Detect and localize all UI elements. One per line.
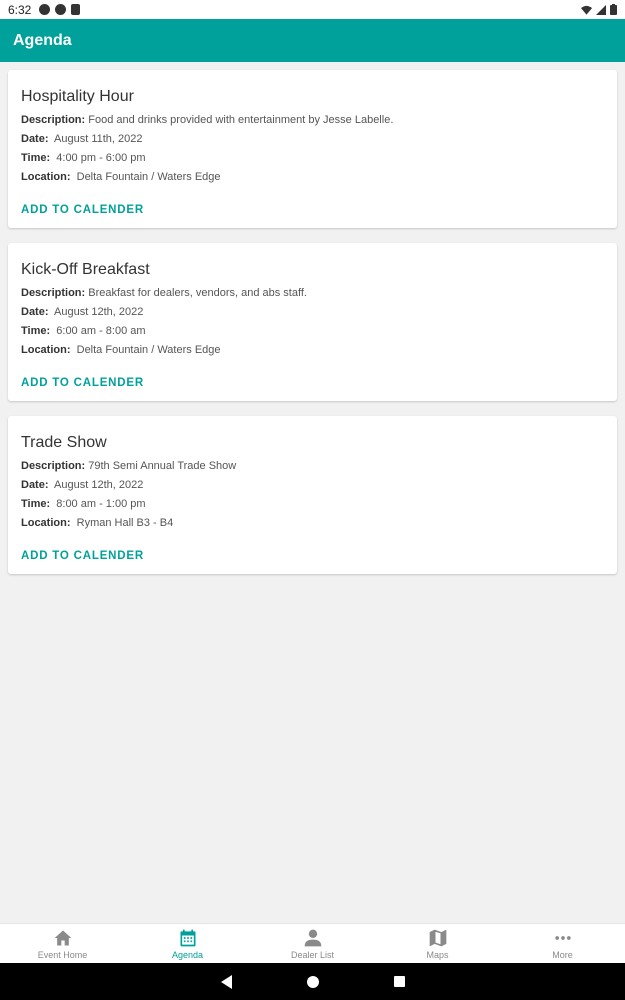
- calendar-icon: [180, 929, 195, 946]
- notification-circle-icon: [55, 4, 67, 15]
- status-time: 6:32: [8, 2, 32, 17]
- system-navigation-bar: [0, 963, 625, 1000]
- wifi-icon: [581, 5, 592, 15]
- home-icon: [54, 930, 71, 945]
- nav-item-dealer-list[interactable]: Dealer List: [250, 924, 375, 963]
- event-title: Trade Show: [21, 434, 107, 451]
- bottom-navigation: Event Home Agenda Dealer List Maps More: [0, 923, 625, 963]
- nav-item-maps[interactable]: Maps: [375, 924, 500, 963]
- more-icon: [554, 935, 571, 940]
- event-time: Time: 8:00 am - 1:00 pm: [21, 498, 146, 510]
- event-date: Date: August 12th, 2022: [21, 306, 144, 318]
- sd-card-icon: [71, 4, 81, 15]
- event-description: Description: Breakfast for dealers, vend…: [21, 287, 307, 299]
- add-to-calendar-button[interactable]: ADD TO CALENDER: [21, 204, 144, 216]
- recent-apps-icon[interactable]: [393, 976, 405, 987]
- map-icon: [429, 929, 446, 946]
- add-to-calendar-button[interactable]: ADD TO CALENDER: [21, 550, 144, 562]
- event-card: Kick-Off Breakfast Description: Breakfas…: [8, 243, 617, 401]
- event-title: Kick-Off Breakfast: [21, 261, 150, 278]
- event-description: Description: Food and drinks provided wi…: [21, 114, 394, 126]
- app-bar: Agenda: [0, 19, 625, 62]
- event-time: Time: 4:00 pm - 6:00 pm: [21, 152, 146, 164]
- event-description: Description: 79th Semi Annual Trade Show: [21, 460, 237, 472]
- signal-icon: [596, 4, 606, 15]
- event-time: Time: 6:00 am - 8:00 am: [21, 325, 146, 337]
- status-bar: 6:32: [0, 0, 625, 19]
- event-location: Location: Ryman Hall B3 - B4: [21, 517, 174, 529]
- event-date: Date: August 12th, 2022: [21, 479, 144, 491]
- back-icon[interactable]: [220, 974, 232, 989]
- page-title: Agenda: [13, 31, 72, 49]
- battery-icon: [610, 4, 617, 15]
- agenda-list: Hospitality Hour Description: Food and d…: [8, 70, 617, 589]
- status-right: [581, 4, 617, 15]
- event-card: Trade Show Description: 79th Semi Annual…: [8, 416, 617, 574]
- nav-item-event-home[interactable]: Event Home: [0, 924, 125, 963]
- event-date: Date: August 11th, 2022: [21, 133, 143, 145]
- nav-item-more[interactable]: More: [500, 924, 625, 963]
- event-location: Location: Delta Fountain / Waters Edge: [21, 344, 221, 356]
- event-title: Hospitality Hour: [21, 88, 134, 105]
- nav-item-agenda[interactable]: Agenda: [125, 924, 250, 963]
- notification-a-icon: [39, 4, 51, 15]
- event-card: Hospitality Hour Description: Food and d…: [8, 70, 617, 228]
- person-icon: [304, 929, 321, 946]
- home-button-icon[interactable]: [306, 975, 319, 988]
- event-location: Location: Delta Fountain / Waters Edge: [21, 171, 221, 183]
- add-to-calendar-button[interactable]: ADD TO CALENDER: [21, 377, 144, 389]
